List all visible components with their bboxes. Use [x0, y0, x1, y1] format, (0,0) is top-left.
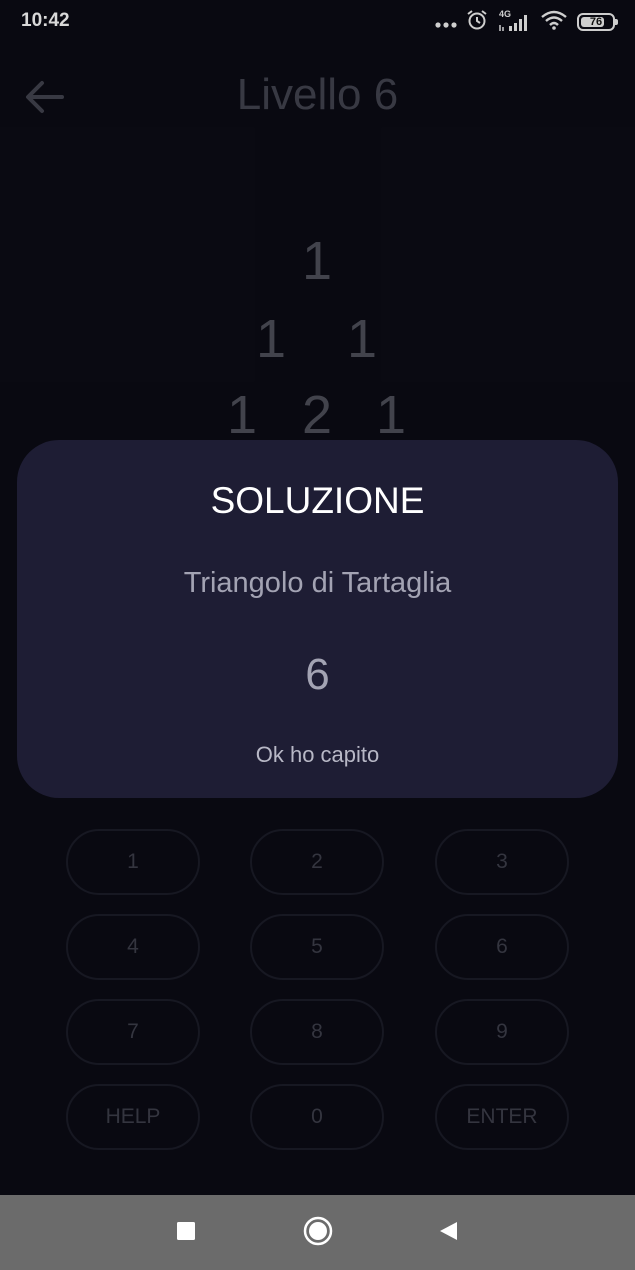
nav-back-button[interactable] [428, 1213, 468, 1253]
nav-home-button[interactable] [298, 1213, 338, 1253]
circle-icon [302, 1215, 334, 1251]
dialog-title: SOLUZIONE [210, 480, 425, 521]
nav-recents-button[interactable] [166, 1213, 206, 1253]
ok-button[interactable]: Ok ho capito [217, 735, 418, 775]
dialog-subtitle: Triangolo di Tartaglia [183, 567, 452, 599]
solution-dialog: SOLUZIONE Triangolo di Tartaglia 6 Ok ho… [17, 440, 618, 798]
dialog-answer: 6 [305, 650, 330, 699]
triangle-icon [437, 1220, 459, 1246]
navigation-bar [0, 1195, 635, 1270]
square-icon [176, 1221, 196, 1245]
